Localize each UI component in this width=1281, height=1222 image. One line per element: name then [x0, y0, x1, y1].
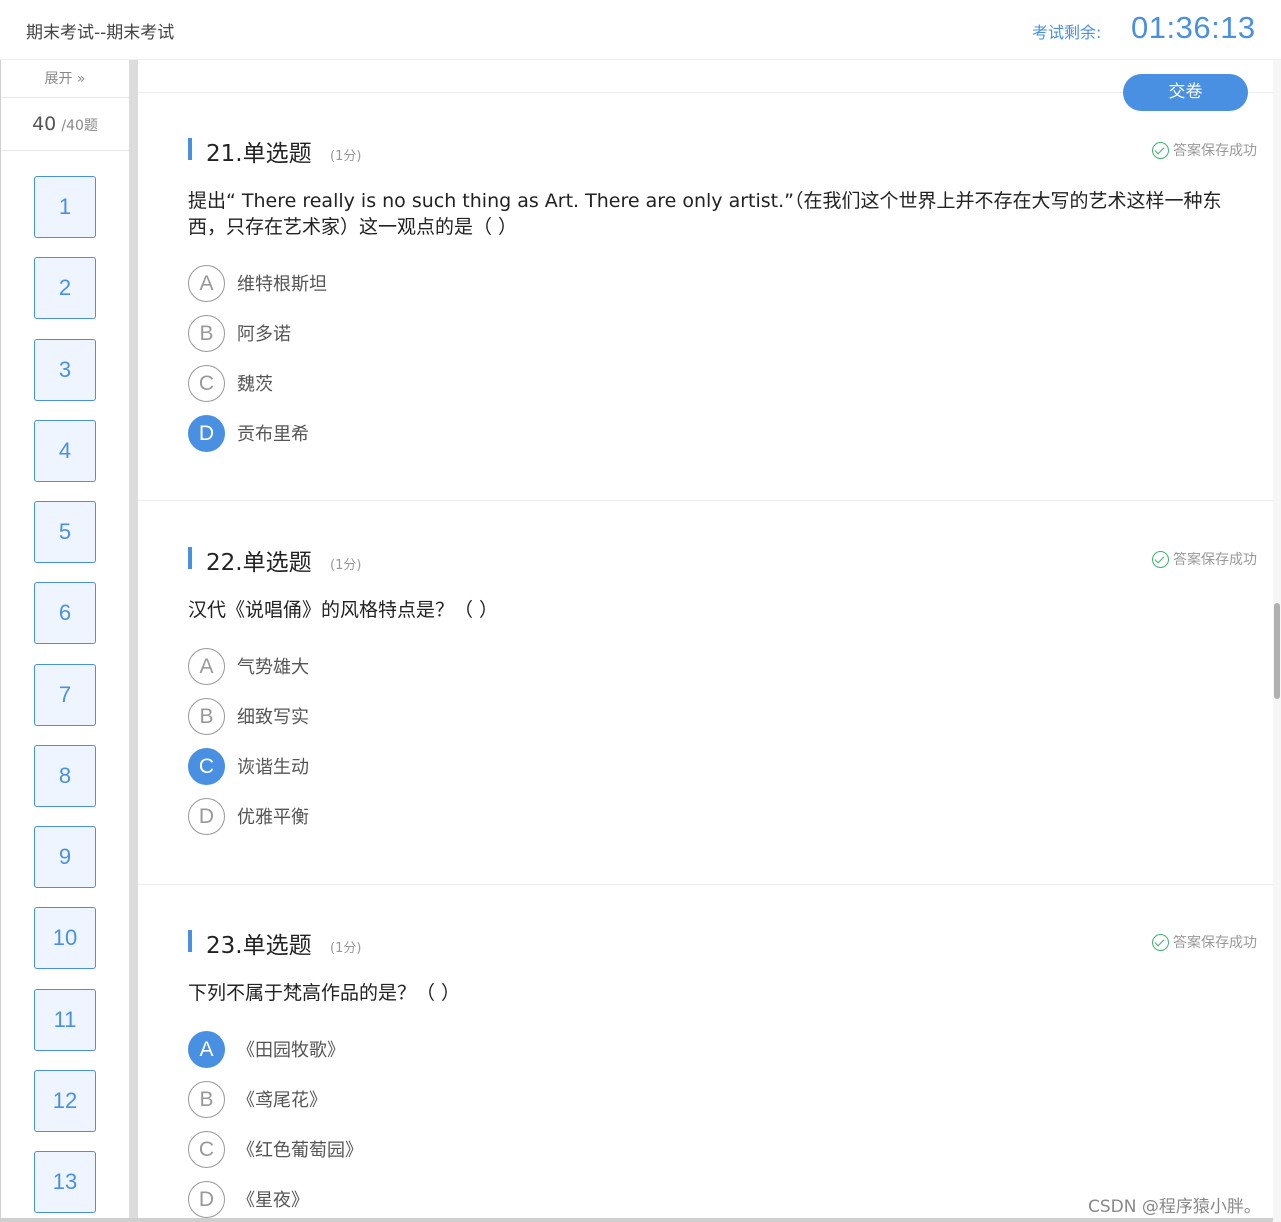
option-letter: C — [188, 1130, 225, 1168]
save-status-text: 答案保存成功 — [1173, 552, 1257, 568]
option-text: 《星夜》 — [237, 1190, 309, 1211]
question-score: (1分) — [330, 558, 362, 573]
expand-button[interactable]: 展开 » — [1, 60, 129, 98]
question-stem: 下列不属于梵高作品的是？（ ） — [188, 982, 461, 1004]
option-letter: D — [188, 797, 225, 835]
question-divider — [138, 884, 1273, 885]
check-circle-icon — [1152, 934, 1169, 951]
question-score: (1分) — [330, 149, 362, 164]
bottom-border — [0, 1218, 1273, 1222]
main-scrollbar[interactable] — [1273, 60, 1281, 1222]
option-text: 魏茨 — [237, 374, 273, 395]
option-letter: A — [188, 264, 225, 302]
option-text: 优雅平衡 — [237, 807, 309, 828]
question-nav-button[interactable]: 11 — [34, 989, 96, 1051]
question-nav-button[interactable]: 13 — [34, 1151, 96, 1213]
option-text: 维特根斯坦 — [237, 274, 327, 295]
question-title: 23.单选题 — [206, 933, 312, 959]
submit-exam-button[interactable]: 交卷 — [1123, 74, 1248, 111]
check-circle-icon — [1152, 142, 1169, 159]
option-text: 阿多诺 — [237, 324, 291, 345]
divider — [138, 92, 1273, 93]
question-nav-button[interactable]: 8 — [34, 745, 96, 807]
option-letter: A — [188, 647, 225, 685]
option-a[interactable]: A 《田园牧歌》 — [188, 1030, 345, 1068]
save-status: 答案保存成功 — [1152, 932, 1257, 952]
question-nav-sidebar: 展开 » 40 /40题 1 2 3 4 5 6 7 8 9 10 11 12 … — [1, 60, 129, 1222]
save-status-text: 答案保存成功 — [1173, 143, 1257, 159]
option-c[interactable]: C 《红色葡萄园》 — [188, 1130, 363, 1168]
option-letter-selected: A — [188, 1030, 225, 1068]
question-nav-button[interactable]: 9 — [34, 826, 96, 888]
watermark: CSDN @程序猿小胖。 — [1088, 1197, 1261, 1217]
option-letter: D — [188, 1180, 225, 1218]
question-nav-button[interactable]: 2 — [34, 257, 96, 319]
question-nav-button[interactable]: 5 — [34, 501, 96, 563]
question-nav-button[interactable]: 10 — [34, 907, 96, 969]
option-letter: C — [188, 364, 225, 402]
question-nav-button[interactable]: 12 — [34, 1070, 96, 1132]
question-nav-button[interactable]: 3 — [34, 339, 96, 401]
question-stem: 提出“ There really is no such thing as Art… — [188, 190, 1222, 238]
save-status: 答案保存成功 — [1152, 140, 1257, 160]
option-d[interactable]: D 贡布里希 — [188, 414, 309, 452]
option-b[interactable]: B 细致写实 — [188, 697, 309, 735]
question-marker — [188, 138, 192, 160]
answered-count: 40 — [32, 113, 57, 135]
option-text: 《红色葡萄园》 — [237, 1140, 363, 1161]
scrollbar-thumb[interactable] — [1274, 603, 1280, 699]
save-status-text: 答案保存成功 — [1173, 935, 1257, 951]
option-c[interactable]: C 诙谐生动 — [188, 747, 309, 785]
option-letter: B — [188, 697, 225, 735]
question-nav-button[interactable]: 1 — [34, 176, 96, 238]
question-panel: 交卷 21.单选题 (1分) 答案保存成功 提出“ There really i… — [138, 60, 1273, 1222]
option-d[interactable]: D 《星夜》 — [188, 1180, 309, 1218]
option-text: 气势雄大 — [237, 657, 309, 678]
option-text: 《田园牧歌》 — [237, 1040, 345, 1061]
check-circle-icon — [1152, 551, 1169, 568]
header-bar: 期末考试--期末考试 考试剩余: 01:36:13 — [0, 0, 1281, 60]
question-nav-button[interactable]: 7 — [34, 664, 96, 726]
answer-count: 40 /40题 — [1, 99, 129, 151]
option-b[interactable]: B 《鸢尾花》 — [188, 1080, 327, 1118]
sidebar-scrollbar[interactable] — [129, 60, 138, 1222]
question-title: 21.单选题 — [206, 141, 312, 167]
timer-label: 考试剩余: — [1032, 23, 1102, 42]
countdown-timer: 01:36:13 — [1131, 10, 1256, 45]
total-count: /40题 — [61, 118, 98, 134]
option-text: 细致写实 — [237, 707, 309, 728]
option-letter: B — [188, 314, 225, 352]
option-text: 《鸢尾花》 — [237, 1090, 327, 1111]
save-status: 答案保存成功 — [1152, 549, 1257, 569]
option-a[interactable]: A 气势雄大 — [188, 647, 309, 685]
question-nav-button[interactable]: 4 — [34, 420, 96, 482]
question-marker — [188, 930, 192, 952]
question-marker — [188, 547, 192, 569]
option-c[interactable]: C 魏茨 — [188, 364, 273, 402]
option-letter: B — [188, 1080, 225, 1118]
question-divider — [138, 500, 1273, 501]
option-text: 诙谐生动 — [237, 757, 309, 778]
option-a[interactable]: A 维特根斯坦 — [188, 264, 327, 302]
question-nav-button[interactable]: 6 — [34, 582, 96, 644]
option-letter-selected: C — [188, 747, 225, 785]
question-title: 22.单选题 — [206, 550, 312, 576]
option-d[interactable]: D 优雅平衡 — [188, 797, 309, 835]
exam-title: 期末考试--期末考试 — [26, 23, 175, 43]
option-letter-selected: D — [188, 414, 225, 452]
question-stem: 汉代《说唱俑》的风格特点是？（ ） — [188, 599, 499, 621]
question-score: (1分) — [330, 941, 362, 956]
option-text: 贡布里希 — [237, 424, 309, 445]
option-b[interactable]: B 阿多诺 — [188, 314, 291, 352]
